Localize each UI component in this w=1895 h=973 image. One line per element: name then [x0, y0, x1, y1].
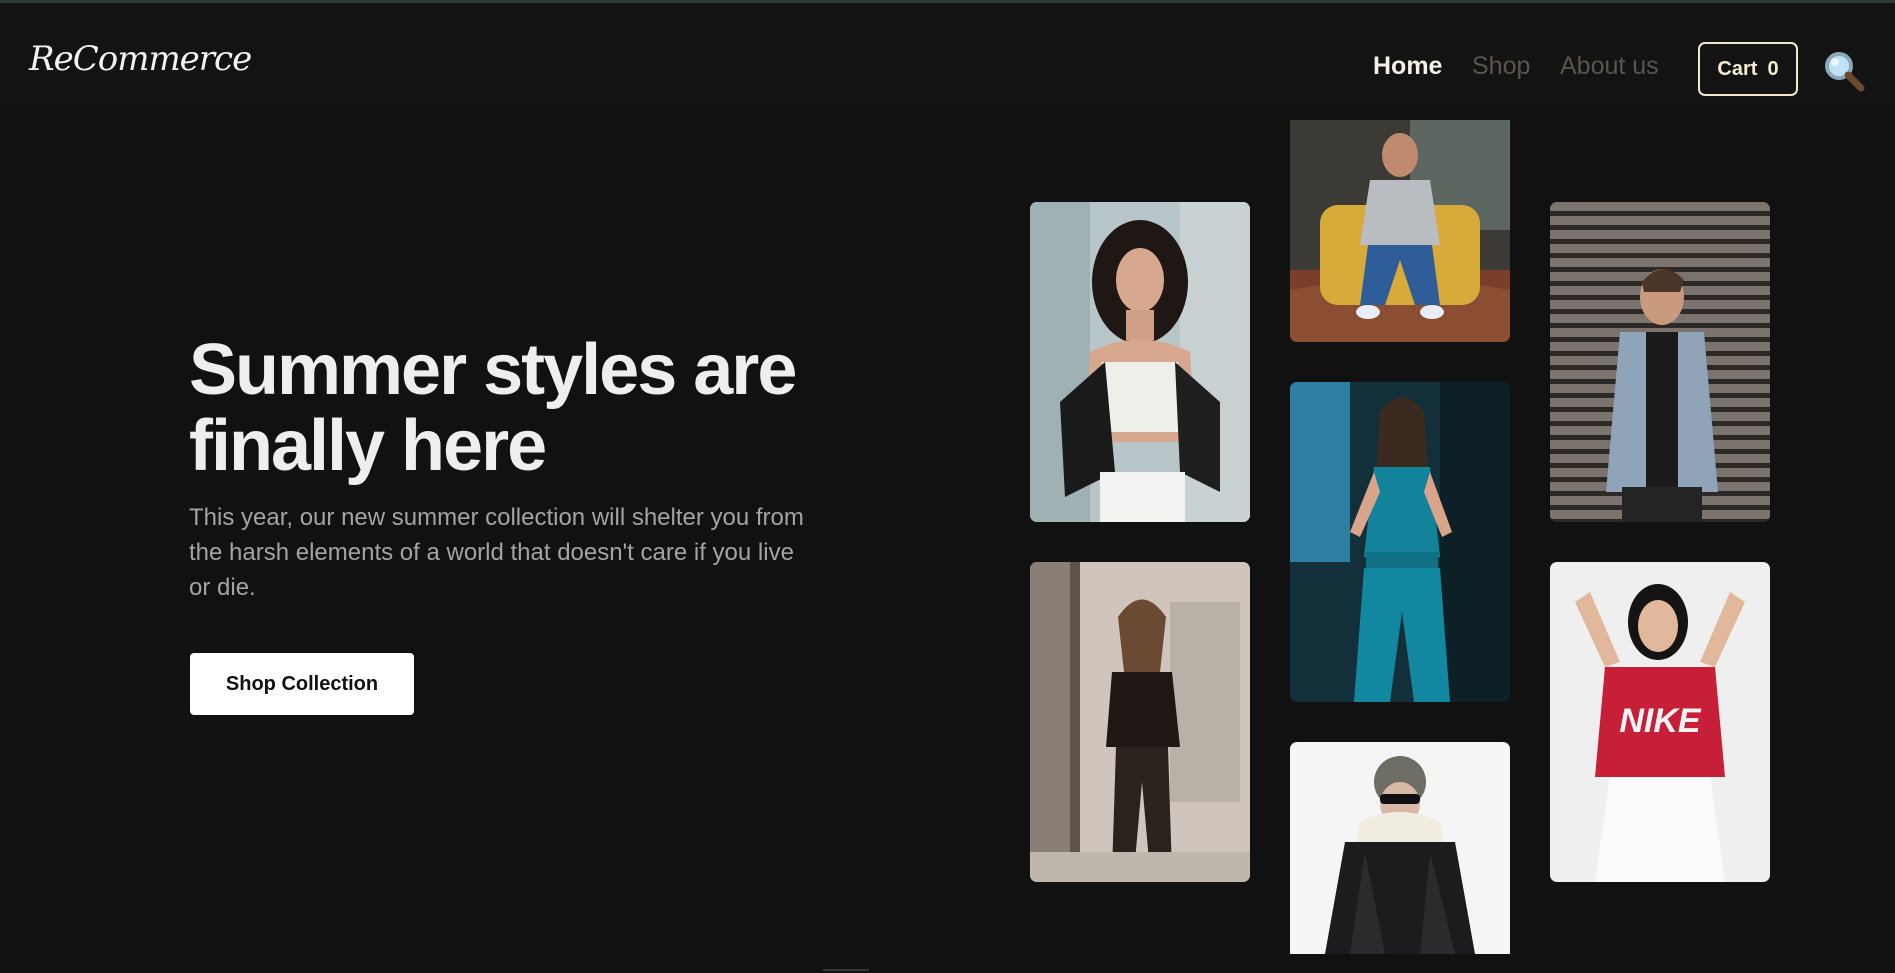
scroll-indicator	[823, 969, 869, 971]
photo-woman-black-outfit[interactable]	[1030, 562, 1250, 882]
hero-description: This year, our new summer collection wil…	[189, 504, 804, 601]
brand-logo[interactable]: ReCommerce	[29, 39, 252, 79]
cart-count: 0	[1767, 57, 1779, 80]
photo-woman-teal-jumpsuit[interactable]	[1290, 382, 1510, 702]
shop-collection-button[interactable]: Shop Collection	[190, 653, 414, 715]
hero-title: Summer styles are finally here	[189, 330, 797, 486]
cart-label: Cart	[1717, 57, 1758, 80]
nav-link-about[interactable]: About us	[1560, 52, 1659, 81]
cart-button[interactable]: Cart 0	[1698, 42, 1798, 96]
photo-woman-red-tee[interactable]: NIKE	[1550, 562, 1770, 882]
nav-link-home[interactable]: Home	[1373, 52, 1442, 81]
navbar: ReCommerce Home Shop About us Cart 0	[0, 3, 1895, 108]
photo-woman-curly-hair[interactable]	[1030, 202, 1250, 522]
search-icon[interactable]	[1822, 49, 1866, 93]
photo-man-yellow-chair[interactable]	[1290, 120, 1510, 342]
nav-link-shop[interactable]: Shop	[1472, 52, 1530, 81]
svg-text:NIKE: NIKE	[1619, 702, 1702, 740]
photo-woman-puffer-jacket[interactable]	[1290, 742, 1510, 954]
photo-man-denim-jacket[interactable]	[1550, 202, 1770, 522]
